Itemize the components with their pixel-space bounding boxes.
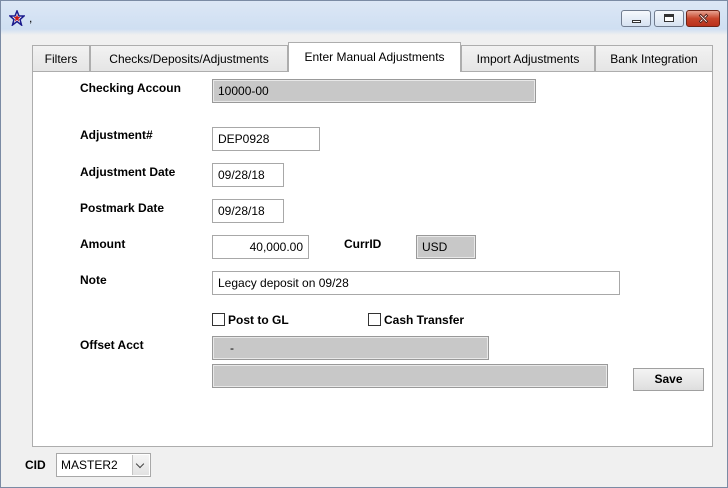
maximize-button[interactable] xyxy=(654,10,684,27)
star-icon xyxy=(9,10,25,26)
adjustment-date-input[interactable]: 09/28/18 xyxy=(212,163,284,187)
curr-id-field[interactable]: USD xyxy=(416,235,476,259)
amount-label: Amount xyxy=(80,237,126,251)
adjustment-date-label: Adjustment Date xyxy=(80,165,176,179)
adjustment-number-input[interactable]: DEP0928 xyxy=(212,127,320,151)
tab-checks-deposits-adjustments[interactable]: Checks/Deposits/Adjustments xyxy=(90,45,288,71)
checking-account-field[interactable]: 10000-00 xyxy=(212,79,536,103)
postmark-date-label: Postmark Date xyxy=(80,201,165,215)
tab-import-adjustments[interactable]: Import Adjustments xyxy=(461,45,595,71)
cash-transfer-checkbox[interactable]: Cash Transfer xyxy=(368,313,464,329)
adjustment-number-label: Adjustment# xyxy=(80,128,153,142)
note-input[interactable]: Legacy deposit on 09/28 xyxy=(212,271,620,295)
offset-acct-field[interactable]: - xyxy=(212,336,489,360)
close-button[interactable] xyxy=(686,10,720,27)
cash-transfer-label: Cash Transfer xyxy=(384,313,465,327)
tab-bank-integration[interactable]: Bank Integration xyxy=(595,45,713,71)
checkbox-box[interactable] xyxy=(212,313,225,327)
window-title: , xyxy=(29,11,33,25)
post-to-gl-label: Post to GL xyxy=(228,313,289,327)
offset-acct-label: Offset Acct xyxy=(80,338,144,352)
tab-enter-manual-adjustments[interactable]: Enter Manual Adjustments xyxy=(288,42,461,72)
checkbox-box[interactable] xyxy=(368,313,381,327)
checking-account-label: Checking Accoun xyxy=(80,81,181,95)
chevron-down-icon[interactable] xyxy=(132,455,149,475)
app-window: , Filters Checks/Deposits/Adjustments En… xyxy=(0,0,728,488)
title-bar[interactable]: , xyxy=(1,1,727,33)
cid-select[interactable]: MASTER2 xyxy=(56,453,151,477)
offset-acct-description xyxy=(212,364,608,388)
cid-label: CID xyxy=(25,458,46,472)
postmark-date-input[interactable]: 09/28/18 xyxy=(212,199,284,223)
post-to-gl-checkbox[interactable]: Post to GL xyxy=(212,313,289,329)
amount-input[interactable]: 40,000.00 xyxy=(212,235,309,259)
note-label: Note xyxy=(80,273,107,287)
save-button[interactable]: Save xyxy=(633,368,704,391)
minimize-button[interactable] xyxy=(621,10,651,27)
cid-value: MASTER2 xyxy=(61,458,118,472)
curr-id-label: CurrID xyxy=(344,237,382,251)
tab-filters[interactable]: Filters xyxy=(32,45,90,71)
